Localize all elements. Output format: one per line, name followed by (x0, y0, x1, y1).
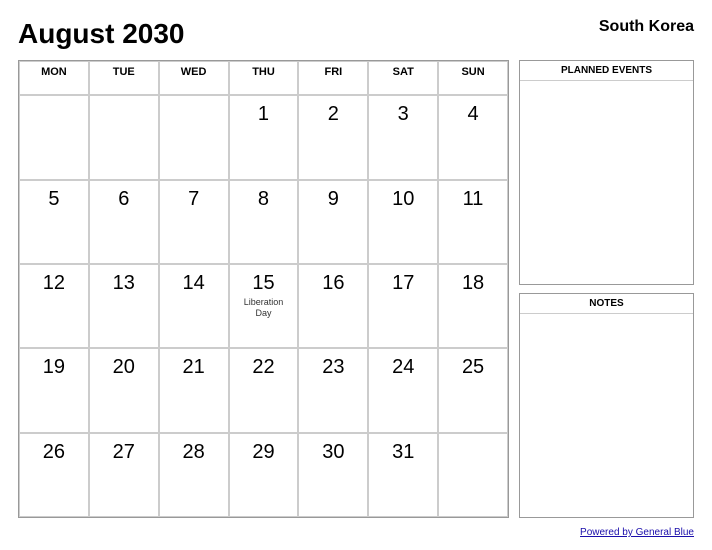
day-number: 31 (392, 440, 414, 464)
day-number: 29 (252, 440, 274, 464)
main-content: MONTUEWEDTHUFRISATSUN1234567891011121314… (18, 60, 694, 518)
day-number: 15 (252, 271, 274, 295)
day-cell: 12 (19, 264, 89, 348)
day-number: 9 (328, 187, 339, 211)
day-number: 30 (322, 440, 344, 464)
footer: Powered by General Blue (18, 522, 694, 540)
day-cell (89, 95, 159, 179)
day-cell: 30 (298, 433, 368, 517)
day-header: FRI (298, 61, 368, 95)
day-number: 23 (322, 355, 344, 379)
day-header: MON (19, 61, 89, 95)
calendar-section: MONTUEWEDTHUFRISATSUN1234567891011121314… (18, 60, 509, 518)
day-cell: 26 (19, 433, 89, 517)
day-number: 26 (43, 440, 65, 464)
day-cell: 31 (368, 433, 438, 517)
country-title: South Korea (599, 18, 694, 36)
day-number: 19 (43, 355, 65, 379)
notes-box: NOTES (519, 293, 694, 518)
day-number: 10 (392, 187, 414, 211)
day-cell: 24 (368, 348, 438, 432)
day-cell: 10 (368, 180, 438, 264)
day-cell: 21 (159, 348, 229, 432)
day-cell: 20 (89, 348, 159, 432)
day-number: 8 (258, 187, 269, 211)
day-cell: 17 (368, 264, 438, 348)
day-number: 18 (462, 271, 484, 295)
day-cell: 22 (229, 348, 299, 432)
day-number: 14 (183, 271, 205, 295)
day-number: 3 (398, 102, 409, 126)
day-cell: 18 (438, 264, 508, 348)
day-cell: 1 (229, 95, 299, 179)
day-number: 22 (252, 355, 274, 379)
powered-by-link[interactable]: Powered by General Blue (580, 527, 694, 538)
day-cell: 6 (89, 180, 159, 264)
day-cell: 19 (19, 348, 89, 432)
day-cell: 5 (19, 180, 89, 264)
day-cell: 16 (298, 264, 368, 348)
day-number: 13 (113, 271, 135, 295)
day-cell: 29 (229, 433, 299, 517)
planned-events-title: PLANNED EVENTS (520, 61, 693, 81)
day-header: SUN (438, 61, 508, 95)
day-cell: 28 (159, 433, 229, 517)
notes-title: NOTES (520, 294, 693, 314)
day-cell: 4 (438, 95, 508, 179)
day-cell: 3 (368, 95, 438, 179)
day-header: THU (229, 61, 299, 95)
day-number: 5 (48, 187, 59, 211)
day-number: 6 (118, 187, 129, 211)
day-cell (19, 95, 89, 179)
day-header: SAT (368, 61, 438, 95)
side-section: PLANNED EVENTS NOTES (519, 60, 694, 518)
day-event: Liberation Day (238, 297, 290, 319)
planned-events-content (520, 81, 693, 284)
day-number: 16 (322, 271, 344, 295)
day-cell: 11 (438, 180, 508, 264)
day-number: 7 (188, 187, 199, 211)
day-number: 25 (462, 355, 484, 379)
day-cell: 14 (159, 264, 229, 348)
day-number: 4 (468, 102, 479, 126)
day-cell: 7 (159, 180, 229, 264)
day-number: 17 (392, 271, 414, 295)
day-number: 24 (392, 355, 414, 379)
calendar-grid: MONTUEWEDTHUFRISATSUN1234567891011121314… (19, 61, 508, 517)
day-number: 27 (113, 440, 135, 464)
day-cell: 27 (89, 433, 159, 517)
day-cell: 25 (438, 348, 508, 432)
day-number: 1 (258, 102, 269, 126)
day-header: WED (159, 61, 229, 95)
day-cell (438, 433, 508, 517)
day-header: TUE (89, 61, 159, 95)
page-header: August 2030 South Korea (18, 18, 694, 50)
day-number: 21 (183, 355, 205, 379)
day-number: 28 (183, 440, 205, 464)
day-cell: 15Liberation Day (229, 264, 299, 348)
day-number: 11 (463, 187, 484, 211)
day-cell: 13 (89, 264, 159, 348)
month-year-title: August 2030 (18, 18, 185, 50)
day-cell (159, 95, 229, 179)
day-cell: 23 (298, 348, 368, 432)
day-number: 12 (43, 271, 65, 295)
day-number: 2 (328, 102, 339, 126)
notes-content (520, 314, 693, 517)
planned-events-box: PLANNED EVENTS (519, 60, 694, 285)
day-cell: 9 (298, 180, 368, 264)
day-cell: 2 (298, 95, 368, 179)
day-number: 20 (113, 355, 135, 379)
day-cell: 8 (229, 180, 299, 264)
